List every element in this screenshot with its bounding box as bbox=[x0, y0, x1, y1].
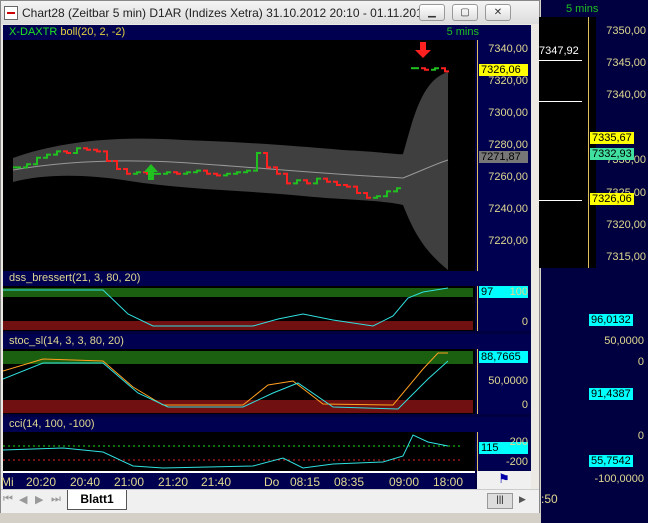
interval-label: 5 mins bbox=[446, 26, 479, 38]
stoc-header: stoc_sl(14, 3, 3, 80, 20) bbox=[3, 334, 531, 349]
price-bar bbox=[441, 67, 449, 73]
time-tick: 21:00 bbox=[114, 475, 145, 489]
sell-arrow-icon bbox=[415, 42, 431, 58]
dss-value-tag: 96,0132 bbox=[589, 314, 633, 326]
next-sheet-button[interactable]: ▶ bbox=[35, 493, 49, 509]
price-tag: 7332,93 bbox=[590, 148, 634, 160]
time-tick: 18:00 bbox=[433, 475, 464, 489]
price-tick: 7345,00 bbox=[606, 57, 646, 69]
price-bar bbox=[421, 67, 429, 71]
price-axis: 7350,00 7345,00 7340,00 7330,00 7325,00 … bbox=[588, 17, 648, 268]
price-tick: 7240,00 bbox=[488, 203, 528, 215]
cci-header: cci(14, 100, -100) bbox=[3, 417, 531, 432]
chart-window: Chart28 (Zeitbar 5 min) D1AR (Indizes Xe… bbox=[0, 0, 540, 513]
price-tick: 7340,00 bbox=[606, 89, 646, 101]
price-tag: 7335,67 bbox=[590, 132, 634, 144]
price-tick: 7300,00 bbox=[488, 107, 528, 119]
chart-app-icon bbox=[4, 5, 18, 20]
minimize-button[interactable]: ▁ bbox=[419, 4, 445, 21]
stoc-value-tag: 91,4387 bbox=[589, 388, 633, 400]
price-panel-header: X-DAXTR boll(20, 2, -2) 5 mins bbox=[3, 25, 531, 40]
time-tick: Mi bbox=[1, 475, 14, 489]
price-chart bbox=[12, 42, 449, 270]
prev-sheet-button[interactable]: ◀ bbox=[19, 493, 33, 509]
price-tick: 7320,00 bbox=[488, 75, 528, 87]
price-bar bbox=[431, 67, 439, 71]
dss-header: dss_bressert(21, 3, 80, 20) bbox=[3, 271, 531, 286]
overbought-zone bbox=[3, 351, 473, 364]
dss-tick: 100 bbox=[509, 286, 528, 298]
stoc-axis: 88,7665 50,0000 0 bbox=[477, 349, 531, 414]
flag-icon[interactable]: ⚑ bbox=[477, 471, 531, 489]
band-mid-tag: 7271,87 bbox=[479, 151, 528, 163]
time-tick: 20:20 bbox=[26, 475, 57, 489]
last-sheet-button[interactable]: ⏭ bbox=[51, 493, 65, 509]
bollinger-band bbox=[13, 72, 448, 270]
cci-axis: 115 200 -200 bbox=[477, 432, 531, 471]
time-tick: 08:35 bbox=[334, 475, 365, 489]
cci-plot[interactable] bbox=[2, 432, 475, 471]
cci-tick: -200 bbox=[505, 456, 528, 468]
sheet-tab-bar: ⏮ ◀ ▶ ⏭ Blatt1 ||| ▶ bbox=[1, 489, 539, 513]
cci-line bbox=[2, 434, 449, 469]
price-plot[interactable] bbox=[3, 40, 475, 271]
chart-area[interactable]: X-DAXTR boll(20, 2, -2) 5 mins 7340,00 7… bbox=[1, 25, 531, 489]
cci-value-tag: 55,7542 bbox=[589, 455, 633, 467]
axis-tick: 0 bbox=[637, 430, 644, 442]
overbought-zone bbox=[3, 288, 473, 297]
title-bar[interactable]: Chart28 (Zeitbar 5 min) D1AR (Indizes Xe… bbox=[1, 1, 539, 24]
close-button[interactable]: ✕ bbox=[485, 4, 511, 21]
time-tick: 20:40 bbox=[70, 475, 101, 489]
price-tick: 7280,00 bbox=[488, 139, 528, 151]
sheet-tab-blatt1[interactable]: Blatt1 bbox=[67, 490, 127, 510]
dss-tick: 0 bbox=[521, 316, 528, 328]
stoc-tick: 0 bbox=[521, 399, 528, 411]
dss-plot[interactable] bbox=[3, 286, 475, 331]
first-sheet-button[interactable]: ⏮ bbox=[3, 493, 17, 509]
axis-tick: 50,0000 bbox=[604, 335, 644, 347]
indicator-label: boll(20, 2, -2) bbox=[60, 26, 126, 38]
window-title: Chart28 (Zeitbar 5 min) D1AR (Indizes Xe… bbox=[22, 5, 422, 20]
price-tick: 7320,00 bbox=[606, 219, 646, 231]
maximize-button[interactable]: ▢ bbox=[452, 4, 478, 21]
price-tick: 7220,00 bbox=[488, 235, 528, 247]
price-tick: 7350,00 bbox=[606, 25, 646, 37]
scroll-right-icon[interactable]: ▶ bbox=[519, 494, 526, 505]
price-tick: 7340,00 bbox=[488, 43, 528, 55]
horizontal-scrollbar-thumb[interactable]: ||| bbox=[487, 493, 513, 509]
interval-label: 5 mins bbox=[566, 3, 599, 15]
time-tick: 21:40 bbox=[201, 475, 232, 489]
time-tick: Do bbox=[264, 475, 280, 489]
time-tick: 21:20 bbox=[158, 475, 189, 489]
stoc-value-tag: 88,7665 bbox=[479, 351, 528, 363]
background-chart-window[interactable]: 5 mins 7347,92 7350,00 7345,00 7340,00 7… bbox=[539, 0, 648, 523]
last-price-tag: 7326,06 bbox=[479, 64, 528, 76]
price-tag: 7326,06 bbox=[590, 193, 634, 205]
stoc-plot[interactable] bbox=[2, 349, 475, 414]
dss-axis: 97 100 0 bbox=[477, 286, 531, 331]
time-tick: 09:00 bbox=[389, 475, 420, 489]
price-label: 7347,92 bbox=[539, 45, 579, 57]
time-tick: 08:15 bbox=[290, 475, 321, 489]
time-tick: :50 bbox=[541, 492, 558, 506]
cci-tick: 200 bbox=[509, 436, 528, 448]
price-tick: 7260,00 bbox=[488, 171, 528, 183]
axis-tick: 0 bbox=[637, 356, 644, 368]
price-axis[interactable]: 7340,00 7320,00 7300,00 7280,00 7260,00 … bbox=[477, 40, 531, 271]
symbol-label: X-DAXTR bbox=[9, 26, 58, 38]
price-tick: 7315,00 bbox=[606, 251, 646, 263]
axis-tick: -100,0000 bbox=[594, 473, 644, 485]
time-axis: Mi 20:20 20:40 21:00 21:20 21:40 Do 08:1… bbox=[1, 471, 475, 489]
stoc-tick: 50,0000 bbox=[488, 375, 528, 387]
